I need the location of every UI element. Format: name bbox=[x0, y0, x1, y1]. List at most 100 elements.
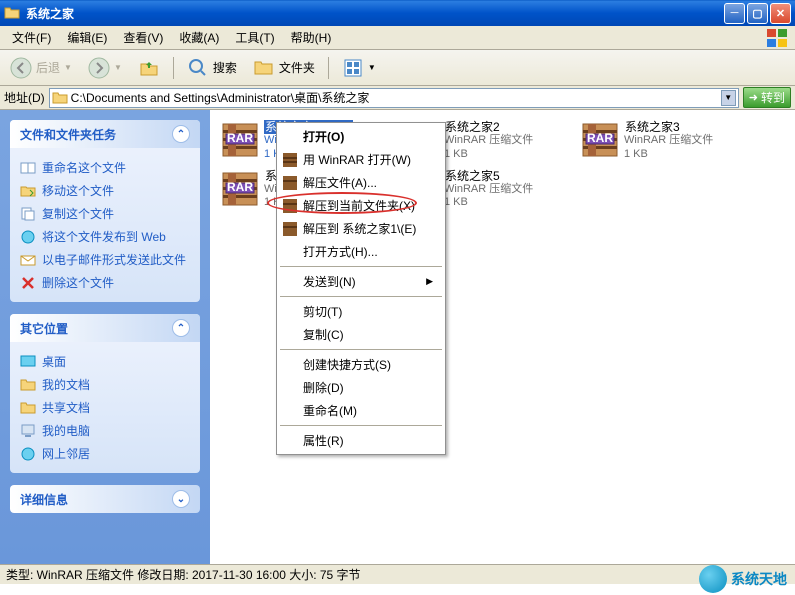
tasks-panel: 文件和文件夹任务 ⌃ 重命名这个文件 移动这个文件 复制这个文件 将这个文件发布… bbox=[10, 120, 200, 302]
folder-up-icon bbox=[138, 57, 160, 79]
go-button[interactable]: ➜转到 bbox=[743, 87, 791, 108]
sidebar: 文件和文件夹任务 ⌃ 重命名这个文件 移动这个文件 复制这个文件 将这个文件发布… bbox=[0, 110, 210, 564]
file-item[interactable]: RAR 系统之家3WinRAR 压缩文件1 KB bbox=[578, 118, 738, 163]
publish-icon bbox=[20, 229, 36, 245]
other-places-panel: 其它位置 ⌃ 桌面 我的文档 共享文档 我的电脑 网上邻居 bbox=[10, 314, 200, 473]
address-path: C:\Documents and Settings\Administrator\… bbox=[71, 89, 370, 106]
network-icon bbox=[20, 446, 36, 462]
toolbar: 后退 ▼ ▼ 搜索 文件夹 ▼ bbox=[0, 50, 795, 86]
window-title: 系统之家 bbox=[26, 4, 724, 22]
ctx-openwith[interactable]: 打开方式(H)... bbox=[279, 240, 443, 263]
up-button[interactable] bbox=[132, 54, 166, 82]
collapse-icon: ⌃ bbox=[172, 125, 190, 143]
maximize-button[interactable]: ▢ bbox=[747, 3, 768, 24]
menu-view[interactable]: 查看(V) bbox=[115, 26, 171, 49]
dropdown-icon: ▼ bbox=[114, 63, 122, 72]
menu-edit[interactable]: 编辑(E) bbox=[59, 26, 115, 49]
ctx-extract-to[interactable]: 解压到 系统之家1\(E) bbox=[279, 217, 443, 240]
other-places-header[interactable]: 其它位置 ⌃ bbox=[10, 314, 200, 342]
ctx-properties[interactable]: 属性(R) bbox=[279, 429, 443, 452]
task-email[interactable]: 以电子邮件形式发送此文件 bbox=[20, 248, 190, 271]
ctx-cut[interactable]: 剪切(T) bbox=[279, 300, 443, 323]
place-mydocs[interactable]: 我的文档 bbox=[20, 373, 190, 396]
back-button[interactable]: 后退 ▼ bbox=[4, 54, 78, 82]
place-shared[interactable]: 共享文档 bbox=[20, 396, 190, 419]
dropdown-icon: ▼ bbox=[368, 63, 376, 72]
watermark: 系统天地 bbox=[699, 565, 787, 593]
task-rename[interactable]: 重命名这个文件 bbox=[20, 156, 190, 179]
task-publish[interactable]: 将这个文件发布到 Web bbox=[20, 225, 190, 248]
watermark-logo-icon bbox=[699, 565, 727, 593]
statusbar: 类型: WinRAR 压缩文件 修改日期: 2017-11-30 16:00 大… bbox=[0, 564, 795, 584]
shared-icon bbox=[20, 400, 36, 416]
task-copy[interactable]: 复制这个文件 bbox=[20, 202, 190, 225]
task-move[interactable]: 移动这个文件 bbox=[20, 179, 190, 202]
ctx-delete[interactable]: 删除(D) bbox=[279, 376, 443, 399]
submenu-arrow-icon: ▶ bbox=[426, 276, 433, 287]
file-name: 系统之家3 bbox=[624, 120, 713, 134]
place-desktop[interactable]: 桌面 bbox=[20, 350, 190, 373]
winrar-icon bbox=[282, 221, 298, 237]
views-button[interactable]: ▼ bbox=[336, 54, 382, 82]
ctx-open[interactable]: 打开(O) bbox=[279, 125, 443, 148]
titlebar: 系统之家 ─ ▢ ✕ bbox=[0, 0, 795, 26]
forward-button[interactable]: ▼ bbox=[82, 54, 128, 82]
back-arrow-icon bbox=[10, 57, 32, 79]
close-button[interactable]: ✕ bbox=[770, 3, 791, 24]
ctx-open-winrar[interactable]: 用 WinRAR 打开(W) bbox=[279, 148, 443, 171]
dropdown-icon: ▼ bbox=[64, 63, 72, 72]
copy-icon bbox=[20, 206, 36, 222]
views-icon bbox=[342, 57, 364, 79]
address-input[interactable]: C:\Documents and Settings\Administrator\… bbox=[49, 88, 739, 108]
file-type: WinRAR 压缩文件 bbox=[444, 134, 533, 147]
file-type: WinRAR 压缩文件 bbox=[444, 183, 533, 196]
ctx-extract-here[interactable]: 解压到当前文件夹(X) bbox=[279, 194, 443, 217]
file-name: 系统之家2 bbox=[444, 120, 533, 134]
menu-file[interactable]: 文件(F) bbox=[4, 26, 59, 49]
tasks-panel-header[interactable]: 文件和文件夹任务 ⌃ bbox=[10, 120, 200, 148]
move-icon bbox=[20, 183, 36, 199]
winrar-icon bbox=[282, 152, 298, 168]
details-header[interactable]: 详细信息 ⌄ bbox=[10, 485, 200, 513]
address-dropdown[interactable]: ▼ bbox=[721, 90, 736, 106]
ctx-rename[interactable]: 重命名(M) bbox=[279, 399, 443, 422]
computer-icon bbox=[20, 423, 36, 439]
search-button[interactable]: 搜索 bbox=[181, 54, 243, 82]
winrar-icon bbox=[282, 198, 298, 214]
watermark-text: 系统天地 bbox=[731, 569, 787, 589]
svg-text:RAR: RAR bbox=[587, 131, 613, 145]
status-text: 类型: WinRAR 压缩文件 修改日期: 2017-11-30 16:00 大… bbox=[6, 566, 361, 583]
rename-icon bbox=[20, 160, 36, 176]
ctx-extract-files[interactable]: 解压文件(A)... bbox=[279, 171, 443, 194]
address-label: 地址(D) bbox=[4, 89, 45, 106]
file-size: 1 KB bbox=[624, 148, 713, 161]
forward-arrow-icon bbox=[88, 57, 110, 79]
menubar: 文件(F) 编辑(E) 查看(V) 收藏(A) 工具(T) 帮助(H) bbox=[0, 26, 795, 50]
collapse-icon: ⌃ bbox=[172, 319, 190, 337]
svg-text:RAR: RAR bbox=[227, 131, 253, 145]
folder-icon bbox=[4, 5, 20, 21]
menu-tools[interactable]: 工具(T) bbox=[227, 26, 282, 49]
email-icon bbox=[20, 252, 36, 268]
menu-help[interactable]: 帮助(H) bbox=[283, 26, 340, 49]
ctx-copy[interactable]: 复制(C) bbox=[279, 323, 443, 346]
file-type: WinRAR 压缩文件 bbox=[624, 134, 713, 147]
ctx-sendto[interactable]: 发送到(N)▶ bbox=[279, 270, 443, 293]
expand-icon: ⌄ bbox=[172, 490, 190, 508]
minimize-button[interactable]: ─ bbox=[724, 3, 745, 24]
windows-logo-icon bbox=[765, 27, 791, 49]
ctx-shortcut[interactable]: 创建快捷方式(S) bbox=[279, 353, 443, 376]
place-mycomputer[interactable]: 我的电脑 bbox=[20, 419, 190, 442]
folders-button[interactable]: 文件夹 bbox=[247, 54, 321, 82]
winrar-icon bbox=[282, 175, 298, 191]
folders-icon bbox=[253, 57, 275, 79]
delete-icon bbox=[20, 275, 36, 291]
context-menu: 打开(O) 用 WinRAR 打开(W) 解压文件(A)... 解压到当前文件夹… bbox=[276, 122, 446, 455]
details-panel: 详细信息 ⌄ bbox=[10, 485, 200, 513]
mydocs-icon bbox=[20, 377, 36, 393]
desktop-icon bbox=[20, 354, 36, 370]
menu-favorites[interactable]: 收藏(A) bbox=[171, 26, 227, 49]
svg-text:RAR: RAR bbox=[227, 180, 253, 194]
place-network[interactable]: 网上邻居 bbox=[20, 442, 190, 465]
task-delete[interactable]: 删除这个文件 bbox=[20, 271, 190, 294]
